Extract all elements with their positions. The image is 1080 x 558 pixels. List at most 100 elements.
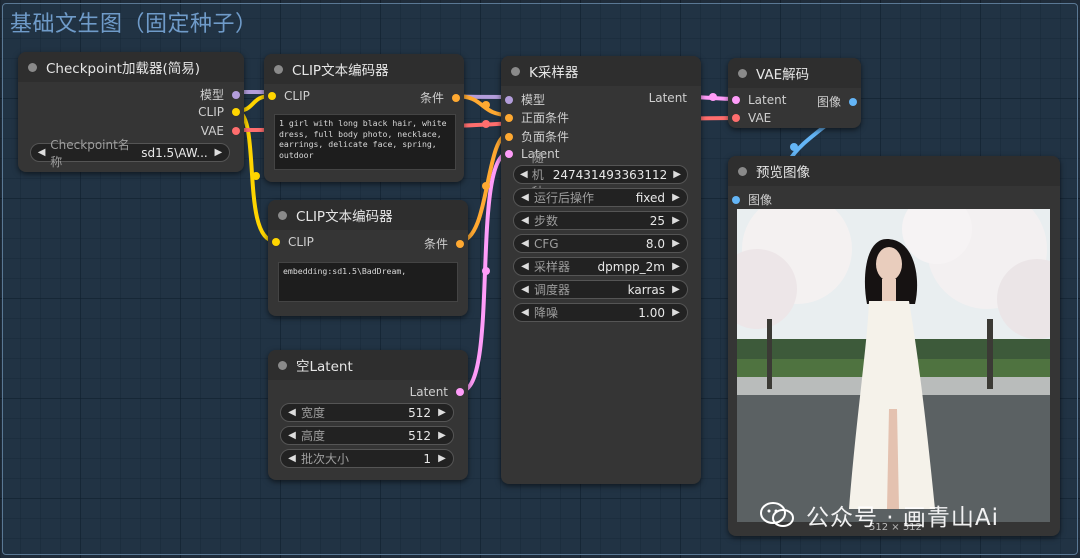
slot-label: 正面条件 bbox=[521, 111, 570, 125]
node-header[interactable]: CLIP文本编码器 bbox=[268, 200, 468, 230]
node-header[interactable]: K采样器 bbox=[501, 56, 701, 86]
collapse-dot-icon[interactable] bbox=[274, 65, 283, 74]
node-title: CLIP文本编码器 bbox=[292, 63, 389, 79]
arrow-right-icon[interactable]: ▶ bbox=[671, 307, 681, 318]
slot-dot-icon[interactable] bbox=[505, 95, 513, 104]
input-slot-latent[interactable]: Latent bbox=[732, 93, 786, 107]
input-slot-vae[interactable]: VAE bbox=[732, 111, 771, 125]
prompt-textarea[interactable]: embedding:sd1.5\BadDream, bbox=[278, 262, 458, 302]
arrow-left-icon[interactable]: ◀ bbox=[520, 284, 530, 295]
ksampler-node[interactable]: K采样器 模型 正面条件 负面条件 Latent Latent ◀ 随机种 24… bbox=[501, 56, 701, 484]
slot-dot-icon[interactable] bbox=[456, 239, 464, 248]
arrow-right-icon[interactable]: ▶ bbox=[437, 453, 447, 464]
arrow-right-icon[interactable]: ▶ bbox=[673, 169, 681, 180]
slot-dot-icon[interactable] bbox=[732, 96, 740, 104]
widget-label: 高度 bbox=[301, 429, 326, 443]
scheduler-widget[interactable]: ◀ 调度器 karras ▶ bbox=[513, 280, 688, 299]
slot-label: Latent bbox=[748, 93, 787, 107]
output-slot-image[interactable]: 图像 bbox=[817, 93, 857, 110]
arrow-right-icon[interactable]: ▶ bbox=[437, 407, 447, 418]
denoise-widget[interactable]: ◀ 降噪 1.00 ▶ bbox=[513, 303, 688, 322]
batch-size-widget[interactable]: ◀ 批次大小 1 ▶ bbox=[280, 449, 454, 468]
slot-dot-icon[interactable] bbox=[268, 92, 276, 100]
arrow-left-icon[interactable]: ◀ bbox=[287, 430, 297, 441]
collapse-dot-icon[interactable] bbox=[278, 211, 287, 220]
node-header[interactable]: Checkpoint加载器(简易) bbox=[18, 52, 244, 82]
arrow-right-icon[interactable]: ▶ bbox=[671, 215, 681, 226]
arrow-right-icon[interactable]: ▶ bbox=[671, 261, 681, 272]
slot-dot-icon[interactable] bbox=[232, 108, 240, 116]
arrow-left-icon[interactable]: ◀ bbox=[37, 147, 46, 158]
arrow-right-icon[interactable]: ▶ bbox=[671, 238, 681, 249]
output-slot-conditioning[interactable]: 条件 bbox=[420, 89, 460, 106]
slot-dot-icon[interactable] bbox=[505, 113, 513, 122]
arrow-left-icon[interactable]: ◀ bbox=[520, 215, 530, 226]
arrow-left-icon[interactable]: ◀ bbox=[520, 307, 530, 318]
input-slot-positive[interactable]: 正面条件 bbox=[505, 109, 569, 126]
group-title[interactable]: 基础文生图（固定种子） bbox=[10, 6, 258, 38]
slot-dot-icon[interactable] bbox=[732, 114, 740, 122]
arrow-right-icon[interactable]: ▶ bbox=[671, 284, 681, 295]
slot-label: 模型 bbox=[199, 88, 224, 102]
arrow-left-icon[interactable]: ◀ bbox=[520, 238, 530, 249]
slot-dot-icon[interactable] bbox=[452, 93, 460, 102]
slot-dot-icon[interactable] bbox=[272, 238, 280, 246]
arrow-left-icon[interactable]: ◀ bbox=[520, 169, 528, 180]
empty-latent-node[interactable]: 空Latent Latent ◀ 宽度 512 ▶ ◀ 高度 512 ▶ ◀ 批… bbox=[268, 350, 468, 480]
widget-value: 1 bbox=[423, 451, 431, 466]
input-slot-clip[interactable]: CLIP bbox=[268, 89, 310, 103]
arrow-left-icon[interactable]: ◀ bbox=[287, 407, 297, 418]
input-slot-clip[interactable]: CLIP bbox=[272, 235, 314, 249]
node-header[interactable]: 空Latent bbox=[268, 350, 468, 380]
slot-label: CLIP bbox=[284, 89, 310, 103]
vae-decode-node[interactable]: VAE解码 Latent VAE 图像 bbox=[728, 58, 861, 128]
output-slot-conditioning[interactable]: 条件 bbox=[424, 235, 464, 252]
collapse-dot-icon[interactable] bbox=[511, 67, 520, 76]
node-header[interactable]: CLIP文本编码器 bbox=[264, 54, 464, 84]
output-slot-latent[interactable]: Latent bbox=[410, 385, 464, 399]
checkpoint-loader-node[interactable]: Checkpoint加载器(简易) 模型 CLIP VAE ◀ Checkpoi… bbox=[18, 52, 244, 172]
height-widget[interactable]: ◀ 高度 512 ▶ bbox=[280, 426, 454, 445]
slot-dot-icon[interactable] bbox=[849, 97, 857, 106]
output-slot-vae[interactable]: VAE bbox=[201, 124, 240, 138]
slot-label: Latent bbox=[648, 91, 687, 105]
output-slot-clip[interactable]: CLIP bbox=[198, 105, 240, 119]
cfg-widget[interactable]: ◀ CFG 8.0 ▶ bbox=[513, 234, 688, 253]
output-slot-model[interactable]: 模型 bbox=[200, 86, 240, 103]
prompt-textarea[interactable]: 1 girl with long black hair, white dress… bbox=[274, 114, 456, 170]
arrow-right-icon[interactable]: ▶ bbox=[437, 430, 447, 441]
clip-text-encode-negative-node[interactable]: CLIP文本编码器 CLIP 条件 embedding:sd1.5\BadDre… bbox=[268, 200, 468, 316]
collapse-dot-icon[interactable] bbox=[28, 63, 37, 72]
node-header[interactable]: 预览图像 bbox=[728, 156, 1060, 186]
output-slot-latent[interactable]: Latent bbox=[649, 91, 687, 105]
seed-widget[interactable]: ◀ 随机种 247431493363112 ▶ bbox=[513, 151, 688, 199]
arrow-right-icon[interactable]: ▶ bbox=[214, 147, 223, 158]
widget-value: sd1.5\AW... bbox=[141, 145, 208, 160]
slot-dot-icon[interactable] bbox=[505, 132, 513, 141]
collapse-dot-icon[interactable] bbox=[738, 167, 747, 176]
arrow-left-icon[interactable]: ◀ bbox=[520, 261, 530, 272]
slot-dot-icon[interactable] bbox=[232, 127, 240, 135]
checkpoint-name-combo[interactable]: ◀ Checkpoint名称 sd1.5\AW... ▶ bbox=[30, 138, 230, 169]
preview-image-node[interactable]: 预览图像 图像 512 × 512 bbox=[728, 156, 1060, 536]
slot-dot-icon[interactable] bbox=[456, 388, 464, 396]
collapse-dot-icon[interactable] bbox=[278, 361, 287, 370]
widget-label: 步数 bbox=[534, 214, 559, 228]
input-slot-image[interactable]: 图像 bbox=[732, 191, 772, 208]
steps-widget[interactable]: ◀ 步数 25 ▶ bbox=[513, 211, 688, 230]
generated-image[interactable] bbox=[737, 209, 1050, 522]
slot-dot-icon[interactable] bbox=[232, 90, 240, 99]
arrow-left-icon[interactable]: ◀ bbox=[520, 192, 530, 203]
slot-dot-icon[interactable] bbox=[505, 150, 513, 158]
sampler-widget[interactable]: ◀ 采样器 dpmpp_2m ▶ bbox=[513, 257, 688, 276]
arrow-left-icon[interactable]: ◀ bbox=[287, 453, 297, 464]
node-header[interactable]: VAE解码 bbox=[728, 58, 861, 88]
control-after-generate-widget[interactable]: ◀ 运行后操作 fixed ▶ bbox=[513, 188, 688, 207]
slot-dot-icon[interactable] bbox=[732, 195, 740, 204]
arrow-right-icon[interactable]: ▶ bbox=[671, 192, 681, 203]
input-slot-model[interactable]: 模型 bbox=[505, 91, 545, 108]
width-widget[interactable]: ◀ 宽度 512 ▶ bbox=[280, 403, 454, 422]
clip-text-encode-positive-node[interactable]: CLIP文本编码器 CLIP 条件 1 girl with long black… bbox=[264, 54, 464, 182]
collapse-dot-icon[interactable] bbox=[738, 69, 747, 78]
input-slot-negative[interactable]: 负面条件 bbox=[505, 128, 569, 145]
